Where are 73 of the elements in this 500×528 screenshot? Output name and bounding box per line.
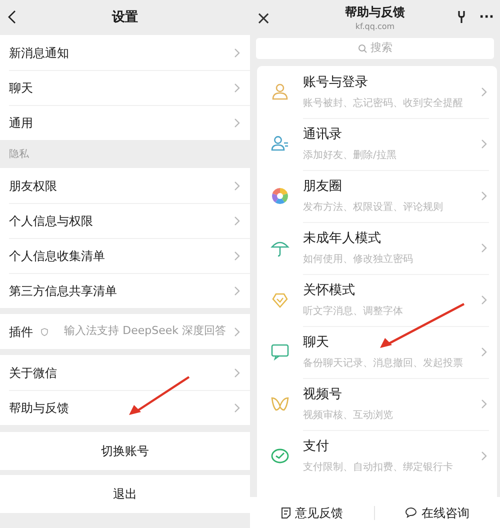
topic-description: 备份聊天记录、消息撤回、发起投票 (303, 356, 464, 371)
topic-description: 账号被封、忘记密码、收到安全提醒 (303, 96, 464, 111)
person-icon (270, 82, 290, 102)
topic-description: 听文字消息、调整字体 (303, 304, 404, 319)
plugin-status: 输入法支持 DeepSeek 深度回答 (63, 323, 226, 340)
chevron-icon (234, 180, 240, 190)
chevron-icon (234, 250, 240, 260)
chevron-icon (234, 48, 240, 58)
topic-title: 未成年人模式 (303, 230, 382, 248)
chevron-icon (481, 139, 487, 149)
search-icon (358, 44, 366, 53)
page-title: 设置 (112, 8, 138, 27)
consult-button[interactable]: 在线咨询 (399, 502, 476, 522)
page-url: kf.qq.com (355, 20, 395, 32)
settings-item[interactable]: 插件 输入法支持 DeepSeek 深度回答 (0, 314, 250, 349)
help-topic[interactable]: 关怀模式 听文字消息、调整字体 (257, 274, 497, 326)
chevron-icon (481, 399, 487, 409)
section-label: 隐私 (9, 148, 29, 162)
chat-bubble-icon (405, 507, 418, 518)
chevron-icon (234, 286, 240, 296)
chevron-icon (481, 87, 487, 97)
settings-item[interactable]: 个人信息与权限 (0, 203, 250, 238)
chevron-icon (234, 368, 240, 378)
topic-description: 如何使用、修改独立密码 (303, 252, 414, 267)
help-topic[interactable]: 未成年人模式 如何使用、修改独立密码 (257, 222, 497, 274)
topic-description: 添加好友、删除/拉黑 (303, 148, 398, 163)
chevron-icon (481, 191, 487, 201)
chevron-icon (234, 82, 240, 92)
settings-item[interactable]: 个人信息收集清单 (0, 238, 250, 273)
chevron-icon (234, 326, 240, 336)
chevron-icon (481, 295, 487, 305)
chat-bubble-icon (270, 342, 290, 362)
settings-item[interactable]: 通用 (0, 105, 250, 140)
more-button[interactable]: ··· (479, 8, 494, 28)
topic-title: 账号与登录 (303, 74, 369, 92)
topic-description: 发布方法、权限设置、评论规则 (303, 200, 444, 215)
switch-account-button[interactable]: 切换账号 (0, 432, 250, 470)
chevron-icon (234, 118, 240, 128)
back-icon[interactable] (8, 10, 16, 24)
help-topic[interactable]: 支付 支付限制、自动扣费、绑定银行卡 (257, 430, 497, 482)
help-topic[interactable]: 朋友圈 发布方法、权限设置、评论规则 (257, 170, 497, 222)
help-topic[interactable]: 聊天 备份聊天记录、消息撤回、发起投票 (257, 326, 497, 378)
settings-item[interactable]: 新消息通知 (0, 35, 250, 70)
aperture-icon (270, 186, 290, 206)
page-title: 帮助与反馈 (345, 4, 405, 20)
settings-item[interactable]: 第三方信息共享清单 (0, 273, 250, 308)
topic-description: 视频审核、互动浏览 (303, 408, 394, 423)
topic-title: 聊天 (303, 334, 330, 352)
topic-title: 关怀模式 (303, 282, 356, 300)
help-topic[interactable]: 视频号 视频审核、互动浏览 (257, 378, 497, 430)
tuning-fork-icon[interactable] (458, 11, 465, 23)
topic-title: 视频号 (303, 386, 343, 404)
chevron-icon (481, 243, 487, 253)
settings-item[interactable]: 聊天 (0, 70, 250, 105)
chevron-icon (481, 347, 487, 357)
settings-item[interactable]: 朋友权限 (0, 168, 250, 203)
help-topic[interactable]: 账号与登录 账号被封、忘记密码、收到安全提醒 (257, 66, 497, 118)
help-topic[interactable]: 通讯录 添加好友、删除/拉黑 (257, 118, 497, 170)
close-button[interactable]: × (256, 5, 272, 32)
chevron-icon (234, 216, 240, 226)
settings-item[interactable]: 帮助与反馈 (0, 390, 250, 425)
logout-button[interactable]: 退出 (0, 475, 250, 513)
topic-title: 通讯录 (303, 126, 343, 144)
note-icon (280, 506, 291, 518)
settings-item[interactable]: 关于微信 (0, 355, 250, 390)
check-bubble-icon (270, 446, 290, 466)
topic-title: 支付 (303, 438, 330, 456)
feedback-button[interactable]: 意见反馈 (274, 502, 349, 522)
topic-description: 支付限制、自动扣费、绑定银行卡 (303, 460, 454, 475)
shield-icon (41, 328, 48, 336)
topic-title: 朋友圈 (303, 178, 343, 196)
chevron-icon (481, 451, 487, 461)
chevron-icon (234, 402, 240, 412)
